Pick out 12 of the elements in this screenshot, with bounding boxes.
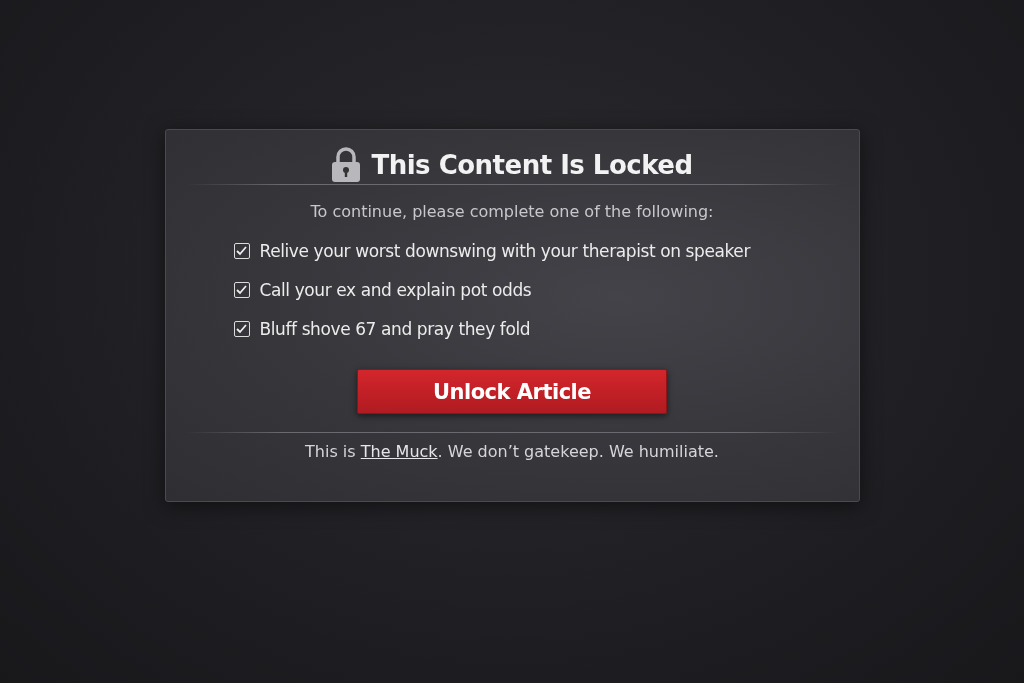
footer-text: This is The Muck. We don’t gatekeep. We humiliate. (305, 442, 719, 461)
option-label: Bluff shove 67 and pray they fold (259, 319, 531, 339)
checkbox[interactable] (233, 321, 250, 337)
checkbox[interactable] (233, 282, 250, 298)
option-label: Relive your worst downswing with your therapist on speaker (259, 241, 750, 261)
unlock-button[interactable]: Unlock Article (357, 369, 667, 414)
checkbox[interactable] (233, 243, 250, 259)
lock-icon (331, 147, 362, 183)
option-label: Call your ex and explain pot odds (259, 280, 532, 300)
dialog-title: This Content Is Locked (371, 150, 693, 180)
site-link[interactable]: The Muck (360, 442, 438, 461)
instructions-text: To continue, please complete one of the following: (310, 202, 714, 221)
